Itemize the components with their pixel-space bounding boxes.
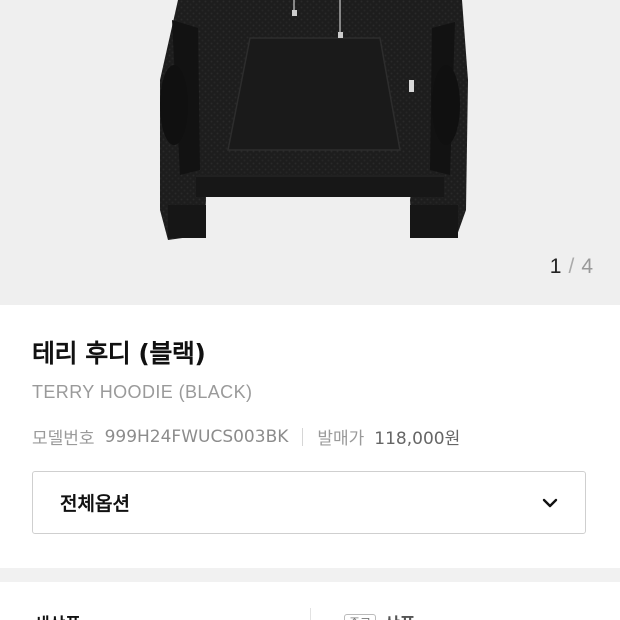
product-english-name: TERRY HOODIE (BLACK) [32, 382, 253, 402]
section-divider [0, 568, 620, 582]
model-number-value: 999H24FWUCS003BK [104, 426, 289, 447]
current-image-number: 1 [549, 255, 563, 278]
tab-new-product[interactable]: 새상품 [34, 610, 81, 620]
product-title: 테리 후디 (블랙) [32, 339, 206, 368]
product-image-gallery[interactable]: 1/4 [0, 0, 620, 305]
counter-separator: / [568, 255, 576, 278]
used-badge: 중고 [344, 613, 377, 620]
all-options-label: 전체옵션 [60, 493, 130, 515]
all-options-select[interactable]: 전체옵션 [32, 471, 586, 534]
used-product-label: 상품 [384, 610, 415, 620]
product-meta: 모델번호 999H24FWUCS003BK 발매가 118,000원 [32, 424, 461, 450]
image-counter: 1/4 [550, 255, 594, 279]
tab-divider [310, 608, 311, 620]
condition-tabs: 새상품 중고 상품 [0, 582, 620, 620]
total-image-count: 4 [581, 255, 594, 278]
hoodie-image [160, 0, 468, 240]
meta-divider [302, 427, 304, 446]
release-price-value: 118,000원 [374, 429, 461, 449]
tab-used-product[interactable]: 중고 상품 [344, 610, 415, 620]
product-info: 테리 후디 (블랙) TERRY HOODIE (BLACK) 모델번호 999… [32, 334, 588, 449]
release-price-label: 발매가 [317, 429, 365, 449]
model-number-label: 모델번호 [32, 429, 95, 449]
chevron-down-icon [542, 498, 558, 507]
